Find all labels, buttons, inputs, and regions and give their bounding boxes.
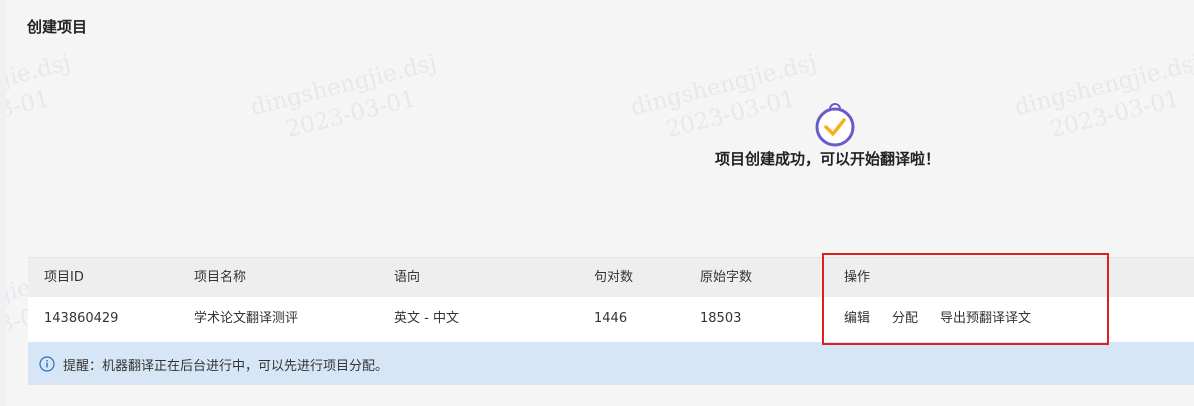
cell-original-char-count: 18503 <box>700 311 742 326</box>
watermark: dingshengjie.dsj2023-03-01 <box>6 48 81 152</box>
header-actions: 操作 <box>844 270 871 285</box>
tip-banner: 提醒：机器翻译正在后台进行中，可以先进行项目分配。 <box>28 342 1194 385</box>
project-table: 项目ID 项目名称 语向 句对数 原始字数 操作 143860429 学术论文翻… <box>28 257 1194 342</box>
watermark-line2: 2023-03-01 <box>6 85 53 144</box>
header-project-name: 项目名称 <box>194 270 247 285</box>
export-pretranslation-link[interactable]: 导出预翻译译文 <box>940 311 1031 327</box>
assign-link[interactable]: 分配 <box>892 311 918 327</box>
watermark: dingshengjie.dsj2023-03-01 <box>628 48 827 152</box>
table-header: 项目ID 项目名称 语向 句对数 原始字数 操作 <box>28 257 1194 298</box>
success-check-icon <box>815 103 855 147</box>
cell-language-direction: 英文 - 中文 <box>394 311 459 326</box>
watermark-line1: dingshengjie.dsj <box>1012 49 1194 122</box>
header-sentence-count: 句对数 <box>594 270 634 285</box>
watermark-line2: 2023-03-01 <box>1047 85 1183 144</box>
edit-link[interactable]: 编辑 <box>844 311 870 327</box>
watermark-line1: dingshengjie.dsj <box>248 49 440 122</box>
watermark-line2: 2023-03-01 <box>663 85 799 144</box>
success-message: 项目创建成功，可以开始翻译啦！ <box>715 150 941 168</box>
tip-text: 提醒：机器翻译正在后台进行中，可以先进行项目分配。 <box>63 359 389 374</box>
header-project-id: 项目ID <box>44 270 84 285</box>
table-row: 143860429 学术论文翻译测评 英文 - 中文 1446 18503 编辑… <box>28 297 1194 342</box>
cell-sentence-count: 1446 <box>594 311 628 326</box>
watermark: dingshengjie.dsj2023-03-01 <box>1012 48 1194 152</box>
create-project-panel: dingshengjie.dsj 2023-03-01 dingshengjie.… <box>6 0 1194 406</box>
watermark-line1: dingshengjie.dsj <box>6 49 74 122</box>
header-language-direction: 语向 <box>394 270 421 285</box>
header-original-char-count: 原始字数 <box>700 270 753 285</box>
watermark: dingshengjie.dsj2023-03-01 <box>248 48 447 152</box>
watermark-line1: dingshengjie.dsj <box>628 49 820 122</box>
cell-project-id: 143860429 <box>44 311 119 326</box>
page-title: 创建项目 <box>27 18 88 36</box>
watermark-line2: 2023-03-01 <box>283 85 419 144</box>
project-name-link[interactable]: 学术论文翻译测评 <box>194 311 298 327</box>
info-icon <box>39 356 55 372</box>
